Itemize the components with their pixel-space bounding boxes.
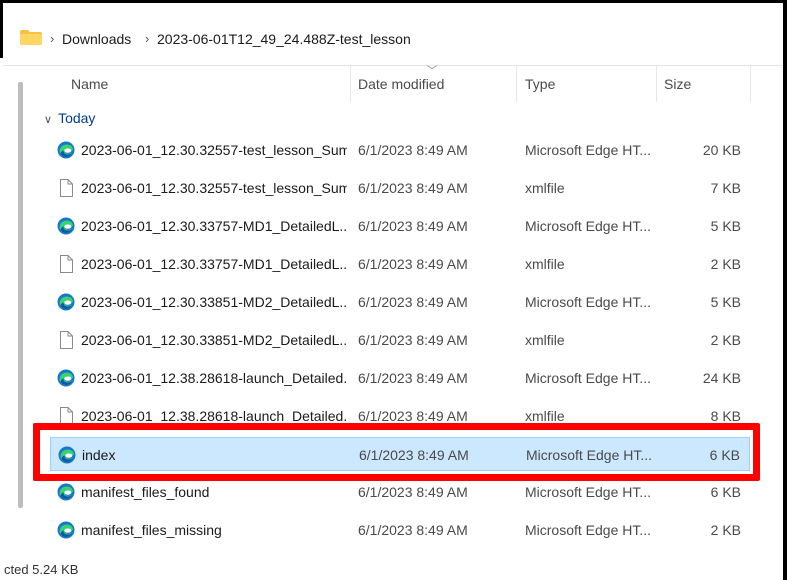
file-icon bbox=[57, 255, 75, 273]
file-date-modified: 6/1/2023 8:49 AM bbox=[358, 218, 468, 234]
column-size[interactable]: Size bbox=[664, 76, 691, 92]
column-header: Name ﹀ Date modified Type Size bbox=[0, 66, 783, 102]
file-name: 2023-06-01_12.30.33757-MD1_DetailedL... bbox=[81, 256, 347, 272]
file-size: 2 KB bbox=[710, 332, 741, 348]
file-type: Microsoft Edge HT... bbox=[525, 294, 652, 310]
file-name: manifest_files_missing bbox=[81, 522, 222, 538]
vertical-scrollbar[interactable] bbox=[18, 82, 23, 508]
column-divider[interactable] bbox=[516, 66, 517, 102]
file-size: 2 KB bbox=[710, 256, 741, 272]
file-type: xmlfile bbox=[525, 256, 565, 272]
file-name: manifest_files_found bbox=[81, 484, 210, 500]
edge-icon bbox=[57, 483, 75, 501]
edge-icon bbox=[57, 217, 75, 235]
file-icon bbox=[57, 331, 75, 349]
chevron-right-icon: › bbox=[145, 31, 150, 46]
group-header-today[interactable]: ∨ Today bbox=[44, 110, 95, 126]
file-size: 24 KB bbox=[702, 370, 741, 386]
group-label: Today bbox=[58, 110, 96, 126]
file-type: Microsoft Edge HT... bbox=[525, 522, 652, 538]
file-name: 2023-06-01_12.30.32557-test_lesson_Sum..… bbox=[81, 142, 347, 158]
column-name[interactable]: Name bbox=[71, 76, 108, 92]
file-size: 5 KB bbox=[710, 294, 741, 310]
file-row[interactable]: 2023-06-01_12.30.33757-MD1_DetailedL... 6… bbox=[50, 247, 750, 281]
file-type: xmlfile bbox=[525, 180, 565, 196]
file-row[interactable]: 2023-06-01_12.30.33851-MD2_DetailedL... 6… bbox=[50, 285, 750, 319]
file-size: 7 KB bbox=[710, 180, 741, 196]
column-divider[interactable] bbox=[350, 66, 351, 102]
file-type: Microsoft Edge HT... bbox=[525, 484, 652, 500]
file-row[interactable]: manifest_files_missing 6/1/2023 8:49 AM Mi… bbox=[50, 513, 750, 547]
window-frame-right bbox=[783, 0, 787, 580]
file-icon bbox=[57, 179, 75, 197]
folder-icon bbox=[20, 30, 42, 45]
file-name: 2023-06-01_12.30.33851-MD2_DetailedL... bbox=[81, 332, 347, 348]
edge-icon bbox=[57, 141, 75, 159]
file-date-modified: 6/1/2023 8:49 AM bbox=[358, 522, 468, 538]
chevron-down-icon: ∨ bbox=[44, 114, 53, 126]
file-type: xmlfile bbox=[525, 408, 565, 424]
file-date-modified: 6/1/2023 8:49 AM bbox=[358, 484, 468, 500]
edge-icon bbox=[57, 369, 75, 387]
chevron-right-icon: › bbox=[50, 31, 55, 46]
file-row[interactable]: 2023-06-01_12.30.32557-test_lesson_Sum..… bbox=[50, 171, 750, 205]
file-type: Microsoft Edge HT... bbox=[525, 370, 652, 386]
file-type: Microsoft Edge HT... bbox=[525, 142, 652, 158]
sort-chevron-icon: ﹀ bbox=[427, 66, 437, 77]
file-name: 2023-06-01_12.30.33851-MD2_DetailedL... bbox=[81, 294, 347, 310]
column-date-modified[interactable]: Date modified bbox=[358, 76, 444, 92]
file-date-modified: 6/1/2023 8:49 AM bbox=[358, 370, 468, 386]
file-size: 20 KB bbox=[702, 142, 741, 158]
file-size: 6 KB bbox=[710, 484, 741, 500]
file-row[interactable]: 2023-06-01_12.38.28618-launch_Detailed..… bbox=[50, 361, 750, 395]
file-date-modified: 6/1/2023 8:49 AM bbox=[358, 256, 468, 272]
edge-icon bbox=[57, 293, 75, 311]
file-name: 2023-06-01_12.30.33757-MD1_DetailedL... bbox=[81, 218, 347, 234]
file-type: xmlfile bbox=[525, 332, 565, 348]
status-bar-text: cted 5.24 KB bbox=[4, 562, 79, 577]
file-row[interactable]: 2023-06-01_12.30.33851-MD2_DetailedL... 6… bbox=[50, 323, 750, 357]
file-name: 2023-06-01_12.38.28618-launch_Detailed..… bbox=[81, 408, 347, 424]
file-row[interactable]: 2023-06-01_12.30.32557-test_lesson_Sum..… bbox=[50, 133, 750, 167]
breadcrumb-item-folder[interactable]: 2023-06-01T12_49_24.488Z-test_lesson bbox=[157, 31, 411, 47]
breadcrumb: › Downloads › 2023-06-01T12_49_24.488Z-t… bbox=[3, 3, 783, 66]
column-divider[interactable] bbox=[750, 66, 751, 102]
file-date-modified: 6/1/2023 8:49 AM bbox=[358, 332, 468, 348]
file-row[interactable]: 2023-06-01_12.30.33757-MD1_DetailedL... 6… bbox=[50, 209, 750, 243]
file-size: 5 KB bbox=[710, 218, 741, 234]
annotation-highlight-box bbox=[33, 423, 760, 481]
breadcrumb-item-downloads[interactable]: Downloads bbox=[62, 31, 131, 47]
file-date-modified: 6/1/2023 8:49 AM bbox=[358, 180, 468, 196]
file-size: 8 KB bbox=[710, 408, 741, 424]
column-divider[interactable] bbox=[656, 66, 657, 102]
file-name: 2023-06-01_12.30.32557-test_lesson_Sum..… bbox=[81, 180, 347, 196]
file-date-modified: 6/1/2023 8:49 AM bbox=[358, 294, 468, 310]
file-type: Microsoft Edge HT... bbox=[525, 218, 652, 234]
column-type[interactable]: Type bbox=[525, 76, 555, 92]
edge-icon bbox=[57, 521, 75, 539]
file-date-modified: 6/1/2023 8:49 AM bbox=[358, 142, 468, 158]
file-name: 2023-06-01_12.38.28618-launch_Detailed..… bbox=[81, 370, 347, 386]
file-size: 2 KB bbox=[710, 522, 741, 538]
file-date-modified: 6/1/2023 8:49 AM bbox=[358, 408, 468, 424]
